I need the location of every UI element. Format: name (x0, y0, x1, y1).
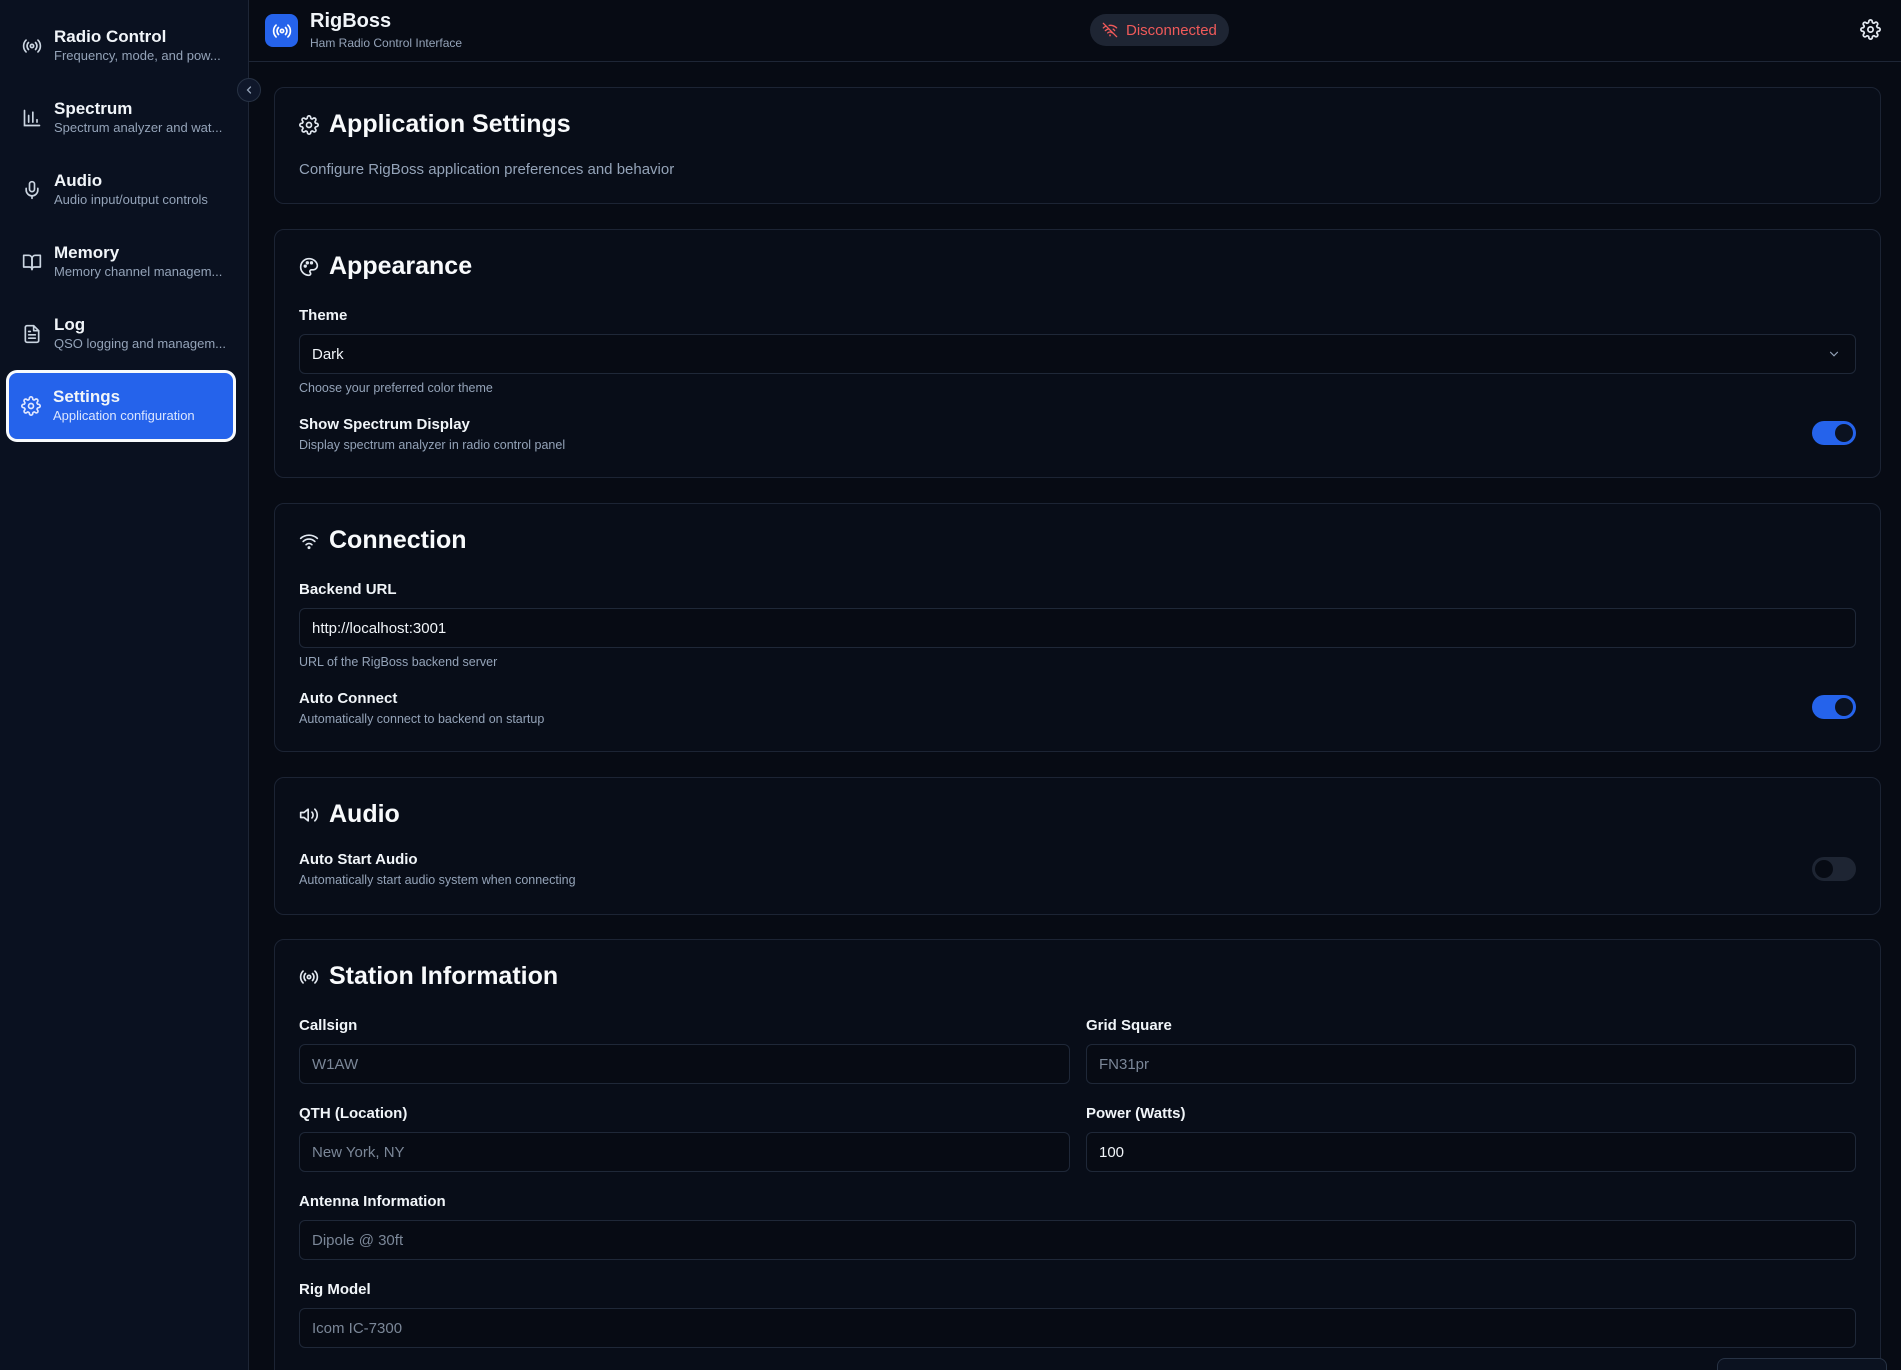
theme-select-value: Dark (312, 345, 344, 363)
app-logo (265, 14, 298, 47)
spectrum-display-help: Display spectrum analyzer in radio contr… (299, 438, 566, 452)
section-title-text: Station Information (329, 962, 559, 990)
antenna-label: Antenna Information (299, 1193, 446, 1210)
sidebar: Radio Control Frequency, mode, and pow..… (0, 0, 249, 1370)
section-title: Station Information (299, 962, 558, 991)
callsign-input[interactable] (299, 1044, 1070, 1084)
sidebar-item-radio-control[interactable]: Radio Control Frequency, mode, and pow..… (10, 14, 233, 78)
power-label: Power (Watts) (1086, 1105, 1186, 1122)
sidebar-item-title: Log (54, 315, 86, 334)
backend-url-input[interactable] (299, 608, 1856, 648)
connection-card: Connection Backend URL URL of the RigBos… (274, 503, 1881, 752)
theme-select[interactable]: Dark (299, 334, 1856, 374)
antenna-input[interactable] (299, 1220, 1856, 1260)
toggle-knob (1835, 698, 1853, 716)
sidebar-item-title: Radio Control (54, 27, 167, 46)
connection-status-badge: Disconnected (1090, 14, 1229, 46)
sidebar-item-subtitle: Memory channel managem... (54, 264, 223, 279)
auto-connect-label: Auto Connect (299, 690, 398, 707)
sidebar-item-subtitle: Spectrum analyzer and wat... (54, 120, 223, 135)
auto-connect-help: Automatically connect to backend on star… (299, 712, 545, 726)
radio-waves-icon (299, 967, 319, 987)
sidebar-item-subtitle: Frequency, mode, and pow... (54, 48, 221, 63)
rig-model-input[interactable] (299, 1308, 1856, 1348)
bar-chart-icon (10, 108, 54, 128)
qth-label: QTH (Location) (299, 1105, 408, 1122)
gear-icon (299, 114, 319, 135)
rig-model-label: Rig Model (299, 1281, 371, 1298)
sidebar-item-memory[interactable]: Memory Memory channel managem... (10, 230, 233, 294)
page-title: Application Settings (299, 110, 571, 139)
section-title: Appearance (299, 252, 472, 281)
spectrum-display-toggle[interactable] (1812, 421, 1856, 445)
gear-icon (1860, 19, 1881, 40)
document-icon (10, 324, 54, 344)
station-info-card: Station Information Callsign Grid Square… (274, 939, 1881, 1370)
gear-icon (9, 396, 53, 416)
toggle-knob (1815, 860, 1833, 878)
section-title: Audio (299, 800, 400, 829)
sidebar-item-title: Settings (53, 387, 121, 406)
section-title-text: Connection (329, 526, 467, 554)
sidebar-item-subtitle: QSO logging and managem... (54, 336, 226, 351)
appearance-card: Appearance Theme Dark Choose your prefer… (274, 229, 1881, 478)
power-input[interactable] (1086, 1132, 1856, 1172)
grid-square-label: Grid Square (1086, 1017, 1172, 1034)
sidebar-item-spectrum[interactable]: Spectrum Spectrum analyzer and wat... (10, 86, 233, 150)
speaker-icon (299, 805, 319, 825)
floating-action-button[interactable] (1717, 1358, 1887, 1370)
status-text: Disconnected (1126, 21, 1217, 39)
sidebar-item-subtitle: Audio input/output controls (54, 192, 208, 207)
page-title-text: Application Settings (329, 110, 571, 138)
wifi-icon (299, 531, 319, 551)
sidebar-item-title: Memory (54, 243, 120, 262)
auto-start-audio-help: Automatically start audio system when co… (299, 873, 576, 887)
sidebar-item-settings[interactable]: Settings Application configuration (9, 373, 233, 439)
sidebar-collapse-button[interactable] (237, 78, 261, 102)
header-settings-button[interactable] (1860, 19, 1881, 45)
sidebar-item-title: Spectrum (54, 99, 133, 118)
sidebar-item-subtitle: Application configuration (53, 408, 195, 423)
app-subtitle: Ham Radio Control Interface (310, 36, 463, 50)
radio-waves-icon (10, 36, 54, 56)
sidebar-item-audio[interactable]: Audio Audio input/output controls (10, 158, 233, 222)
sidebar-item-log[interactable]: Log QSO logging and managem... (10, 302, 233, 366)
auto-start-audio-toggle[interactable] (1812, 857, 1856, 881)
page-description: Configure RigBoss application preference… (299, 161, 675, 178)
qth-input[interactable] (299, 1132, 1070, 1172)
wifi-off-icon (1102, 22, 1118, 38)
auto-start-audio-label: Auto Start Audio (299, 851, 418, 868)
backend-url-label: Backend URL (299, 581, 397, 598)
book-icon (10, 252, 54, 272)
palette-icon (299, 257, 319, 277)
callsign-label: Callsign (299, 1017, 358, 1034)
sidebar-item-title: Audio (54, 171, 103, 190)
theme-help: Choose your preferred color theme (299, 381, 493, 395)
microphone-icon (10, 180, 54, 200)
grid-square-input[interactable] (1086, 1044, 1856, 1084)
auto-connect-toggle[interactable] (1812, 695, 1856, 719)
spectrum-display-label: Show Spectrum Display (299, 416, 470, 433)
audio-card: Audio Auto Start Audio Automatically sta… (274, 777, 1881, 915)
backend-url-help: URL of the RigBoss backend server (299, 655, 498, 669)
theme-label: Theme (299, 307, 348, 324)
app-title: RigBoss (310, 10, 392, 32)
chevron-down-icon (1829, 351, 1839, 357)
toggle-knob (1835, 424, 1853, 442)
chevron-left-icon (246, 86, 252, 94)
section-title-text: Audio (329, 800, 400, 828)
top-header: RigBoss Ham Radio Control Interface Disc… (249, 0, 1901, 62)
app-settings-card: Application Settings Configure RigBoss a… (274, 87, 1881, 204)
section-title: Connection (299, 526, 467, 555)
radio-waves-icon (272, 23, 291, 38)
section-title-text: Appearance (329, 252, 473, 280)
